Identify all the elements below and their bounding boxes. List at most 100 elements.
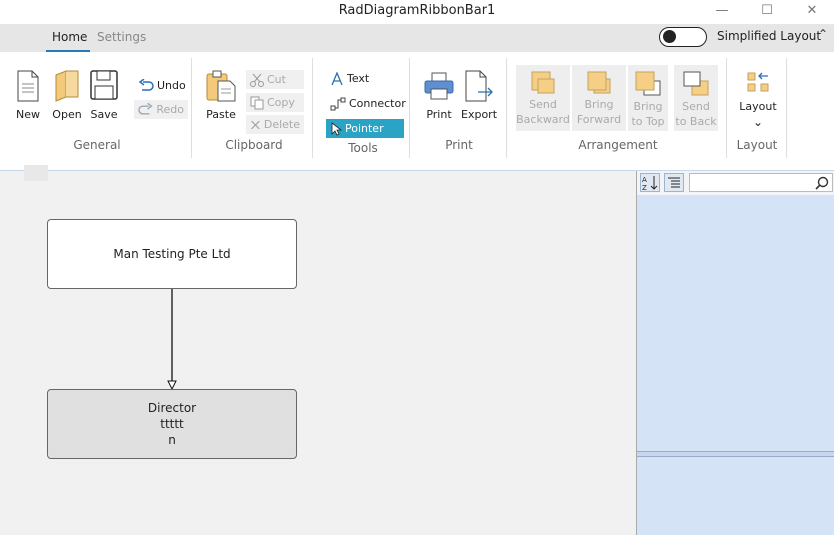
categorized-view-button[interactable]	[664, 173, 684, 192]
minimize-button[interactable]: —	[712, 2, 732, 20]
layout-button[interactable]: Layout ⌄	[736, 70, 780, 129]
undo-icon	[138, 78, 154, 91]
group-label-arrangement: Arrangement	[578, 138, 658, 152]
diagram-canvas[interactable]: Man Testing Pte Ltd Director ttttt n	[0, 165, 636, 535]
tab-settings[interactable]: Settings	[97, 30, 146, 44]
pointer-tool-button[interactable]: Pointer	[326, 119, 404, 138]
close-button[interactable]: ✕	[802, 2, 822, 20]
bring-forward-icon	[587, 71, 611, 94]
group-separator	[726, 58, 727, 158]
save-label: Save	[90, 108, 118, 121]
send-to-back-label-2: to Back	[675, 115, 717, 128]
connector-tool-button[interactable]: Connector	[326, 94, 410, 113]
chevron-up-icon[interactable]: ⌃	[818, 27, 828, 41]
group-label-clipboard: Clipboard	[225, 138, 283, 152]
cut-label: Cut	[267, 73, 286, 86]
undo-label: Undo	[157, 79, 186, 92]
text-tool-label: Text	[347, 72, 370, 85]
simplified-layout-label: Simplified Layout	[717, 29, 822, 43]
group-label-tools: Tools	[348, 141, 378, 155]
redo-icon	[138, 102, 153, 115]
send-backward-label-2: Backward	[516, 113, 570, 126]
panel-splitter[interactable]	[637, 451, 834, 457]
send-backward-label-1: Send	[529, 98, 557, 111]
print-button[interactable]: Print	[422, 72, 456, 121]
bring-forward-label-2: Forward	[576, 113, 622, 126]
bring-to-top-label-2: to Top	[631, 115, 665, 128]
shape-text-line3: n	[168, 433, 176, 447]
window-title: RadDiagramRibbonBar1	[338, 3, 496, 18]
delete-x-icon	[251, 120, 260, 129]
chevron-down-icon: ⌄	[752, 115, 764, 129]
paste-icon	[206, 70, 236, 102]
new-document-icon	[17, 70, 39, 102]
text-tool-button[interactable]: Text	[326, 69, 373, 88]
toggle-knob	[663, 30, 676, 43]
ribbon: New Open Save Undo Redo General Paste Cu…	[0, 52, 834, 171]
paste-button[interactable]: Paste	[204, 70, 238, 121]
shape-text-line1: Director	[147, 401, 197, 415]
property-grid-panel: AZ	[636, 171, 834, 535]
svg-text:A: A	[642, 176, 647, 184]
group-separator	[312, 58, 313, 158]
pointer-arrow-icon	[331, 121, 342, 136]
save-button[interactable]: Save	[89, 70, 119, 121]
ribbon-tab-bar: Home Settings Simplified Layout ⌃	[0, 24, 834, 52]
export-label: Export	[461, 108, 498, 121]
export-button[interactable]: Export	[461, 70, 497, 121]
title-bar: RadDiagramRibbonBar1 — ☐ ✕	[0, 0, 834, 24]
group-separator	[786, 58, 787, 158]
redo-button[interactable]: Redo	[134, 100, 188, 119]
search-icon	[815, 176, 829, 190]
send-to-back-icon	[683, 71, 709, 96]
undo-button[interactable]: Undo	[134, 76, 190, 95]
settings-pane-icon[interactable]	[24, 165, 48, 181]
sort-az-icon: AZ	[642, 176, 658, 192]
bring-to-top-button[interactable]: Bring to Top	[628, 65, 668, 131]
bring-to-top-icon	[635, 71, 661, 96]
bring-to-top-label-1: Bring	[633, 100, 663, 113]
group-label-general: General	[73, 138, 121, 152]
cut-button[interactable]: Cut	[246, 70, 304, 89]
shape-text-line2: ttttt	[160, 417, 184, 431]
diagram-shape-director[interactable]: Director ttttt n	[47, 389, 297, 459]
floppy-disk-icon	[90, 70, 118, 100]
maximize-button[interactable]: ☐	[757, 2, 777, 20]
delete-label: Delete	[263, 118, 300, 131]
sort-alphabetical-button[interactable]: AZ	[640, 173, 660, 192]
diagram-shape-company[interactable]: Man Testing Pte Ltd	[47, 219, 297, 289]
bring-forward-label-1: Bring	[584, 98, 614, 111]
tab-home[interactable]: Home	[52, 30, 87, 44]
redo-label: Redo	[156, 103, 184, 116]
group-label-layout: Layout	[736, 138, 778, 152]
folder-open-icon	[55, 70, 79, 102]
pointer-tool-label: Pointer	[345, 122, 384, 135]
group-label-print: Print	[445, 138, 473, 152]
send-backward-button[interactable]: Send Backward	[516, 65, 570, 131]
send-backward-icon	[531, 71, 555, 94]
paste-label: Paste	[206, 108, 236, 121]
simplified-layout-toggle[interactable]	[659, 27, 707, 47]
connector-icon	[330, 97, 346, 110]
copy-button[interactable]: Copy	[246, 93, 304, 112]
open-label: Open	[52, 108, 82, 121]
diagram-connector[interactable]	[160, 289, 184, 391]
svg-text:Z: Z	[642, 184, 647, 191]
property-search-input[interactable]	[689, 173, 833, 192]
export-icon	[465, 70, 493, 102]
layout-label: Layout	[739, 100, 777, 113]
group-separator	[506, 58, 507, 158]
send-to-back-button[interactable]: Send to Back	[674, 65, 718, 131]
open-button[interactable]: Open	[52, 70, 82, 121]
send-to-back-label-1: Send	[682, 100, 710, 113]
copy-icon	[250, 96, 264, 109]
shape-text: Man Testing Pte Ltd	[113, 247, 231, 261]
scissors-icon	[250, 73, 264, 87]
delete-button[interactable]: Delete	[246, 115, 304, 134]
group-separator	[409, 58, 410, 158]
property-grid-toolbar: AZ	[637, 171, 834, 195]
bring-forward-button[interactable]: Bring Forward	[572, 65, 626, 131]
new-button[interactable]: New	[14, 70, 42, 121]
layout-icon	[747, 72, 769, 92]
copy-label: Copy	[267, 96, 295, 109]
